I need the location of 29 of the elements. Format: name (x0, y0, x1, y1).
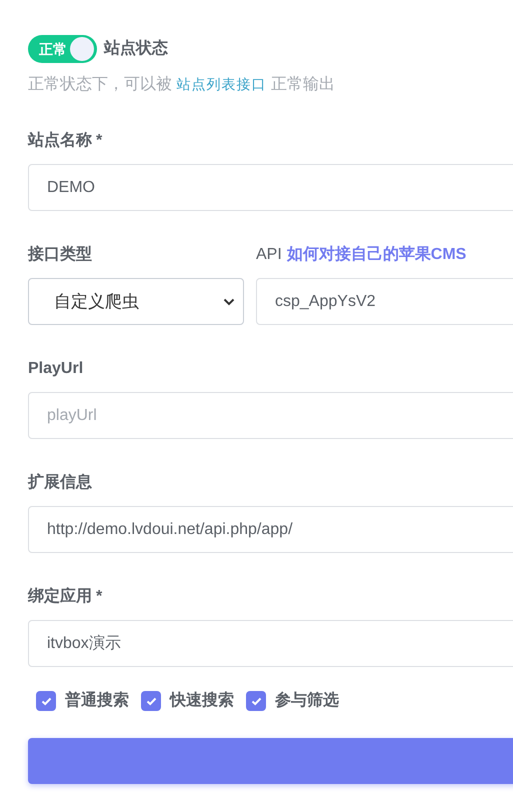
input-field[interactable]: csp_AppYsV2 (256, 278, 513, 325)
checkbox-label: 普通搜索 (65, 690, 129, 711)
check-icon (40, 696, 52, 706)
checkbox[interactable] (36, 691, 56, 711)
input-field[interactable]: playUrl (28, 392, 513, 439)
required-mark: * (96, 587, 102, 607)
check-icon (250, 696, 262, 706)
api-type-select[interactable]: 自定义爬虫 (28, 278, 244, 325)
field-label: API (256, 245, 282, 265)
toggle-label: 正常 (39, 40, 67, 58)
checkbox[interactable] (246, 691, 266, 711)
input-field[interactable]: DEMO (28, 164, 513, 211)
checkbox-label: 快速搜索 (170, 690, 234, 711)
required-mark: * (96, 131, 102, 151)
input-field[interactable]: http://demo.lvdoui.net/api.php/app/ (28, 506, 513, 553)
status-title: 站点状态 (104, 38, 168, 59)
check-icon (146, 696, 156, 706)
toggle-knob (70, 37, 94, 61)
field-label: 站点名称 (28, 130, 92, 151)
field-label: 接口类型 (28, 244, 92, 265)
input-field[interactable]: itvbox演示 (28, 620, 513, 667)
field-label: PlayUrl (28, 359, 84, 379)
checkbox[interactable] (141, 691, 161, 711)
checkbox-label: 参与筛选 (275, 690, 339, 711)
field-label: 绑定应用 (28, 586, 92, 607)
status-hint: 正常状态下，可以被 站点列表接口 正常输出 (28, 74, 336, 95)
field-label: 扩展信息 (28, 472, 92, 493)
chevron-down-icon (223, 298, 235, 306)
api-help-link[interactable]: 如何对接自己的苹果CMS (286, 243, 466, 267)
